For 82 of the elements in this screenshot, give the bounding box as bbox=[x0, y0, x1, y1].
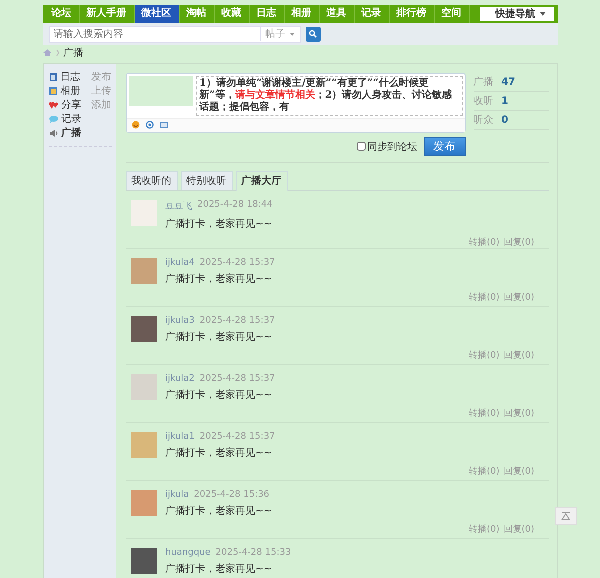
caret-icon bbox=[290, 32, 294, 36]
post-time: 2025-4-28 15:36 bbox=[194, 490, 270, 500]
feed-tab[interactable]: 广播大厅 bbox=[236, 171, 288, 191]
avatar-photo-placeholder[interactable] bbox=[130, 200, 156, 226]
chevron-icon bbox=[56, 49, 60, 57]
reply-link[interactable]: 回复(0) bbox=[504, 465, 534, 478]
post-time: 2025-4-28 18:44 bbox=[198, 200, 273, 212]
avatar-photo-placeholder[interactable] bbox=[130, 490, 156, 516]
search-scope-dropdown[interactable]: 帖子 bbox=[260, 27, 300, 41]
stat-value[interactable]: 1 bbox=[502, 96, 508, 106]
avatar-photo-placeholder[interactable] bbox=[130, 258, 156, 284]
sync-checkbox[interactable] bbox=[356, 142, 366, 151]
sidebar-action-link[interactable]: 添加 bbox=[92, 98, 112, 112]
post-text: 广播打卡，老家再见~~ bbox=[166, 218, 274, 231]
avatar-photo-placeholder[interactable] bbox=[130, 374, 156, 400]
reply-link[interactable]: 回复(0) bbox=[504, 407, 534, 420]
username-link[interactable]: ijkula4 bbox=[166, 258, 195, 268]
sidebar-action-link[interactable]: 发布 bbox=[92, 70, 112, 84]
quick-nav-button[interactable]: 快捷导航 bbox=[480, 7, 554, 21]
feed-tab[interactable]: 我收听的 bbox=[126, 171, 178, 190]
speaker-icon bbox=[48, 128, 58, 138]
username-link[interactable]: ijkula1 bbox=[166, 432, 195, 442]
reply-link[interactable]: 回复(0) bbox=[504, 349, 534, 362]
sidebar-action-link[interactable]: 上传 bbox=[92, 84, 112, 98]
username-link[interactable]: huangque bbox=[166, 548, 211, 558]
home-icon[interactable] bbox=[42, 49, 52, 57]
forward-link[interactable]: 转播(0) bbox=[469, 236, 500, 249]
stat-label: 广播 bbox=[474, 76, 494, 89]
sidebar-item[interactable]: 记录 bbox=[62, 112, 82, 126]
search-button[interactable] bbox=[306, 26, 320, 42]
breadcrumb-item[interactable]: 广播 bbox=[64, 46, 84, 60]
publish-button[interactable]: 发布 bbox=[424, 137, 466, 156]
avatar-photo-placeholder[interactable] bbox=[130, 316, 156, 342]
smiley-icon[interactable] bbox=[132, 121, 140, 129]
picture-icon bbox=[48, 86, 58, 96]
speech-bubble-icon bbox=[48, 114, 58, 124]
nav-item[interactable]: 微社区 bbox=[134, 5, 180, 23]
username-link[interactable]: ijkula2 bbox=[166, 374, 195, 384]
post-text: 广播打卡，老家再见~~ bbox=[166, 562, 274, 576]
sidebar-item[interactable]: 相册 bbox=[60, 84, 80, 98]
image-placeholder bbox=[128, 76, 192, 106]
reply-link[interactable]: 回复(0) bbox=[504, 236, 534, 249]
reply-link[interactable]: 回复(0) bbox=[504, 523, 534, 536]
avatar-photo-placeholder[interactable] bbox=[130, 548, 156, 574]
post-time: 2025-4-28 15:37 bbox=[200, 258, 276, 268]
feed-tab[interactable]: 特别收听 bbox=[180, 171, 232, 190]
sidebar-item[interactable]: 日志 bbox=[60, 70, 80, 84]
hearts-icon bbox=[48, 100, 58, 110]
search-icon bbox=[309, 30, 317, 38]
username-link[interactable]: ijkula3 bbox=[166, 316, 195, 326]
avatar-photo-placeholder[interactable] bbox=[130, 432, 156, 458]
caret-icon bbox=[540, 12, 546, 16]
forward-link[interactable]: 转播(0) bbox=[469, 291, 500, 304]
post-text: 广播打卡，老家再见~~ bbox=[166, 504, 274, 518]
forward-link[interactable]: 转播(0) bbox=[469, 465, 500, 478]
post-text: 广播打卡，老家再见~~ bbox=[166, 446, 274, 460]
sync-label: 同步到论坛 bbox=[368, 140, 418, 154]
post-time: 2025-4-28 15:33 bbox=[216, 548, 292, 558]
post-time: 2025-4-28 15:37 bbox=[200, 432, 276, 442]
stat-label: 听众 bbox=[474, 114, 494, 127]
notebook-icon bbox=[48, 72, 58, 82]
image-icon[interactable] bbox=[160, 121, 168, 129]
sidebar-item[interactable]: 分享 bbox=[62, 98, 82, 112]
stat-value[interactable]: 0 bbox=[502, 114, 508, 126]
post-text: 广播打卡，老家再见~~ bbox=[166, 388, 274, 402]
notice-text: 1）请勿单纯“谢谢楼主/更新”“有更了”“什么时候更新”等，请与文章情节相关；2）请勿人身攻击、讨论敏感话题；提倡包容，有 bbox=[196, 76, 462, 116]
forward-link[interactable]: 转播(0) bbox=[469, 523, 500, 536]
sidebar-item[interactable]: 广播 bbox=[62, 126, 82, 140]
username-link[interactable]: 豆豆飞 bbox=[166, 200, 192, 213]
reply-link[interactable]: 回复(0) bbox=[504, 291, 534, 304]
forward-link[interactable]: 转播(0) bbox=[469, 407, 500, 420]
post-time: 2025-4-28 15:37 bbox=[200, 374, 276, 384]
post-time: 2025-4-28 15:37 bbox=[200, 316, 276, 326]
post-text: 广播打卡，老家再见~~ bbox=[166, 272, 274, 286]
post-text: 广播打卡，老家再见~~ bbox=[166, 330, 274, 344]
username-link[interactable]: ijkula bbox=[166, 490, 190, 500]
stat-label: 收听 bbox=[474, 95, 494, 108]
up-arrow-icon bbox=[561, 512, 571, 520]
back-to-top-button[interactable] bbox=[555, 507, 577, 525]
forward-link[interactable]: 转播(0) bbox=[469, 349, 500, 362]
stat-value[interactable]: 47 bbox=[502, 76, 516, 88]
composer-box[interactable]: 1）请勿单纯“谢谢楼主/更新”“有更了”“什么时候更新”等，请与文章情节相关；2）请勿人身攻击、讨论敏感话题；提倡包容，有 bbox=[126, 73, 466, 133]
